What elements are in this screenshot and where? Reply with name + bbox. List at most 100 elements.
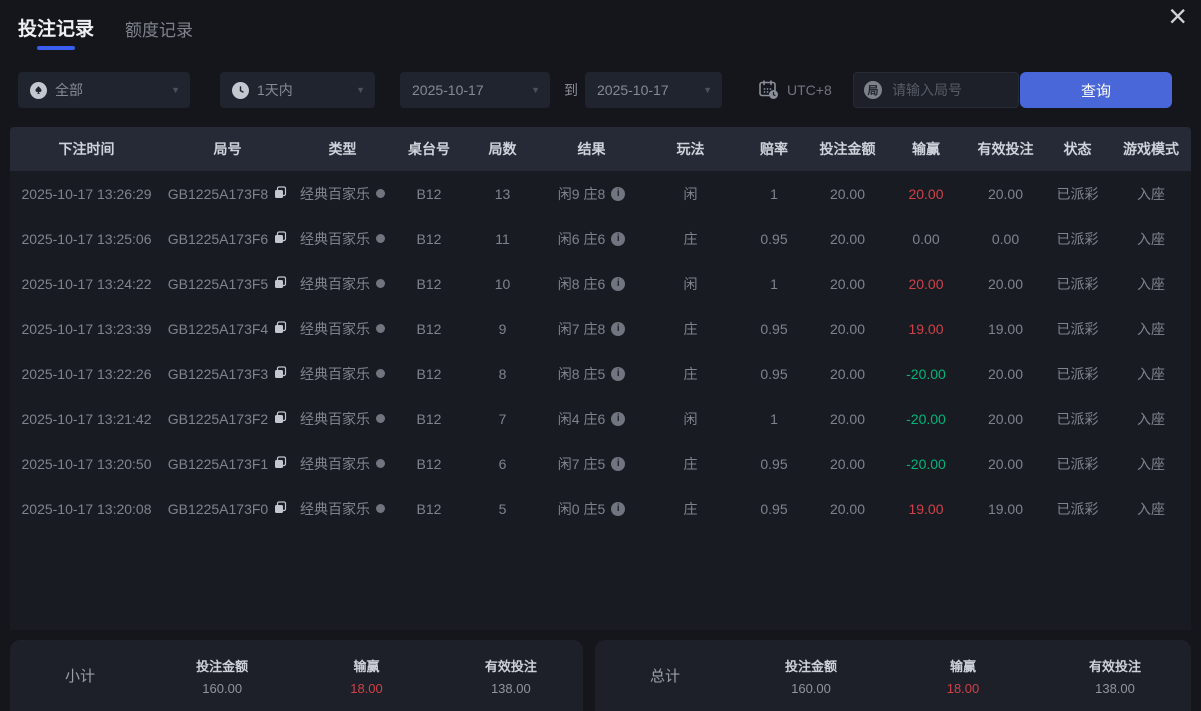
cell-result: 闲6 庄6 i (540, 229, 643, 249)
total-bet-amount: 投注金额 160.00 (735, 656, 887, 696)
table-row: 2025-10-17 13:24:22 GB1225A173F5 经典百家乐 B… (10, 261, 1191, 306)
cell-status: 已派彩 (1056, 365, 1099, 382)
game-type-text: 经典百家乐 (300, 275, 370, 292)
cell-status: 已派彩 (1056, 410, 1099, 427)
table-row: 2025-10-17 13:20:50 GB1225A173F1 经典百家乐 B… (10, 441, 1191, 486)
game-type-text: 经典百家乐 (300, 455, 370, 472)
cell-play: 庄 (683, 320, 698, 337)
copy-icon[interactable] (274, 230, 287, 247)
cell-table-no: B12 (416, 230, 442, 247)
column-header: 游戏模式 (1123, 141, 1179, 157)
column-header: 投注金额 (819, 141, 876, 157)
time-range-value: 1天内 (257, 82, 293, 98)
top-bar: 投注记录 额度记录 × (0, 0, 1201, 60)
cell-round-id: GB1225A173F0 (163, 501, 292, 517)
cell-game-mode: 入座 (1137, 500, 1165, 517)
cell-round-id: GB1225A173F2 (163, 411, 292, 427)
cell-bet-amount: 20.00 (829, 410, 866, 427)
cell-bet-time: 2025-10-17 13:22:26 (21, 365, 152, 382)
copy-icon[interactable] (274, 455, 287, 472)
info-icon[interactable]: i (611, 186, 626, 201)
round-search-input[interactable] (890, 81, 1008, 99)
cell-valid-bet: 20.00 (987, 185, 1024, 202)
total-valid-bet-value: 138.00 (1095, 680, 1135, 696)
cell-bet-time: 2025-10-17 13:26:29 (21, 185, 152, 202)
date-to-select[interactable]: 2025-10-17 ▼ (585, 72, 722, 108)
info-icon[interactable]: i (611, 411, 626, 426)
cell-odds: 0.95 (760, 365, 788, 382)
info-icon[interactable]: i (611, 321, 626, 336)
column-header: 类型 (328, 141, 357, 157)
tab-quota-records[interactable]: 额度记录 (125, 16, 193, 41)
cell-valid-bet: 20.00 (987, 410, 1024, 427)
time-range-select[interactable]: 1天内 ▼ (220, 72, 375, 108)
cell-win-loss: -20.00 (906, 410, 946, 427)
cell-table-no: B12 (416, 320, 442, 337)
copy-icon[interactable] (274, 275, 287, 292)
copy-icon[interactable] (274, 320, 287, 337)
cell-odds: 1 (770, 410, 778, 427)
cell-game-type: 经典百家乐 (292, 229, 393, 249)
cell-status: 已派彩 (1056, 185, 1099, 202)
cell-bet-amount: 20.00 (829, 275, 866, 292)
cell-round-count: 9 (498, 320, 507, 337)
total-bet-amount-value: 160.00 (791, 680, 831, 696)
column-header: 赔率 (760, 141, 788, 157)
cell-play: 庄 (683, 455, 698, 472)
info-icon[interactable]: i (611, 231, 626, 246)
table-header-row: 下注时间 局号 类型 桌台号 局数 结果 玩法 赔率 投注金额 输赢 有效投注 状态 游戏模式 (10, 127, 1191, 171)
subtotal-win-loss: 输赢 18.00 (294, 656, 438, 696)
cell-valid-bet: 20.00 (987, 455, 1024, 472)
timezone-value: UTC+8 (787, 82, 832, 98)
query-button[interactable]: 查询 (1020, 72, 1172, 108)
cell-game-mode: 入座 (1137, 275, 1165, 292)
game-dot-icon (376, 459, 385, 468)
cell-bet-amount: 20.00 (829, 320, 866, 337)
subtotal-valid-bet-value: 138.00 (490, 680, 531, 696)
chevron-down-icon: ▼ (356, 85, 365, 95)
subtotal-win-loss-label: 输赢 (353, 658, 380, 674)
tab-betting-records[interactable]: 投注记录 (18, 14, 94, 50)
info-icon[interactable]: i (611, 366, 626, 381)
cell-table-no: B12 (416, 365, 442, 382)
round-search-field[interactable]: 局 (853, 72, 1019, 108)
cell-win-loss: 20.00 (908, 185, 944, 202)
cell-valid-bet: 19.00 (987, 500, 1024, 517)
date-from-select[interactable]: 2025-10-17 ▼ (400, 72, 550, 108)
copy-icon[interactable] (274, 500, 287, 517)
cell-round-count: 6 (498, 455, 507, 472)
subtotal-valid-bet: 有效投注 138.00 (439, 656, 583, 696)
result-text: 闲9 庄8 (557, 185, 606, 202)
cell-win-loss: 20.00 (908, 275, 944, 292)
active-tab-underline (37, 46, 75, 50)
table-row: 2025-10-17 13:26:29 GB1225A173F8 经典百家乐 B… (10, 171, 1191, 216)
game-type-text: 经典百家乐 (300, 410, 370, 427)
cell-game-mode: 入座 (1137, 185, 1165, 202)
copy-icon[interactable] (274, 185, 287, 202)
cell-round-count: 8 (498, 365, 507, 382)
tab-quota-records-label: 额度记录 (125, 21, 193, 40)
chevron-down-icon: ▼ (703, 85, 712, 95)
total-win-loss-label: 输赢 (949, 658, 976, 674)
info-icon[interactable]: i (611, 456, 626, 471)
game-type-select[interactable]: 全部 ▼ (18, 72, 190, 108)
cell-play: 闲 (683, 185, 698, 202)
copy-icon[interactable] (274, 365, 287, 382)
subtotal-panel: 小计 投注金额 160.00 输赢 18.00 有效投注 138.00 (10, 640, 583, 711)
cell-win-loss: -20.00 (906, 365, 946, 382)
cell-game-type: 经典百家乐 (292, 364, 393, 384)
timezone-indicator[interactable]: UTC+8 (757, 72, 832, 108)
cell-game-type: 经典百家乐 (292, 499, 393, 519)
close-icon[interactable]: × (1168, 0, 1187, 36)
cell-result: 闲8 庄5 i (540, 364, 643, 384)
info-icon[interactable]: i (611, 276, 626, 291)
game-type-text: 经典百家乐 (300, 365, 370, 382)
info-icon[interactable]: i (611, 501, 626, 516)
betting-records-table: 下注时间 局号 类型 桌台号 局数 结果 玩法 赔率 投注金额 输赢 有效投注 状态 游戏模式 2025… (10, 127, 1191, 630)
game-dot-icon (376, 234, 385, 243)
cell-bet-time: 2025-10-17 13:21:42 (21, 410, 152, 427)
total-panel: 总计 投注金额 160.00 输赢 18.00 有效投注 138.00 (595, 640, 1191, 711)
total-label: 总计 (649, 668, 680, 685)
game-type-text: 经典百家乐 (300, 230, 370, 247)
copy-icon[interactable] (274, 410, 287, 427)
